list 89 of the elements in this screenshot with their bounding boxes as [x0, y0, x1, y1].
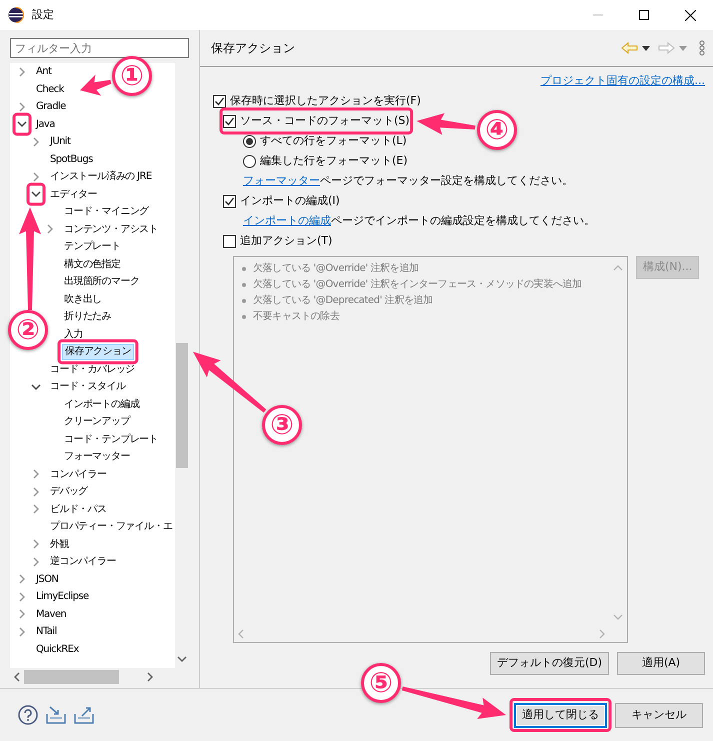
tree-item[interactable]: インストール済みの JRE [48, 168, 154, 186]
close-icon[interactable] [684, 10, 696, 20]
maximize-icon[interactable] [639, 10, 649, 20]
list-item: 欠落している '@Deprecated' 注釈を追加 [253, 294, 433, 308]
radio-button[interactable] [243, 134, 256, 148]
scroll-right-icon [599, 629, 605, 639]
page-title: 保存アクション [211, 40, 295, 57]
radio-label[interactable]: すべての行をフォーマット(L) [260, 132, 407, 150]
tree-item[interactable]: コンパイラー [48, 466, 108, 483]
scroll-down-icon [613, 614, 623, 620]
apply-and-close-button[interactable]: 適用して閉じる [514, 702, 607, 728]
annotation-arrow [80, 74, 112, 96]
tree-item[interactable]: デバッグ [48, 483, 90, 500]
tree-item[interactable]: Gradle [34, 98, 68, 116]
tree-item[interactable]: 折りたたみ [62, 308, 114, 326]
tree-item[interactable]: フォーマッター [62, 448, 132, 466]
tree-item[interactable]: 入力 [62, 326, 85, 343]
tree-item[interactable]: JUnit [48, 133, 72, 150]
tree-item[interactable]: インポートの編成 [62, 396, 142, 413]
scroll-thumb[interactable] [176, 343, 188, 468]
tree-item[interactable]: Ant [34, 63, 54, 80]
tree-item[interactable]: テンプレート [62, 238, 122, 256]
restore-defaults-button[interactable]: デフォルトの復元(D) [490, 652, 609, 675]
step-number: ④ [477, 110, 517, 150]
eclipse-icon [8, 7, 24, 23]
hint-text: インポートの編成ページでインポートの編成設定を構成してください。 [243, 212, 595, 229]
checkbox[interactable] [223, 114, 236, 128]
checkbox-label[interactable]: インポートの編成(I) [240, 192, 340, 210]
window-title: 設定 [32, 6, 54, 23]
checkbox[interactable] [223, 194, 236, 208]
highlight-frame [26, 182, 46, 206]
tree-item[interactable]: プロパティー・ファイル・エ [48, 518, 174, 536]
bullet-icon [242, 283, 246, 287]
tree-item[interactable]: NTail [34, 623, 59, 640]
scroll-left-icon[interactable] [14, 672, 20, 682]
export-icon[interactable] [74, 706, 94, 724]
tree-item[interactable]: ビルド・パス [48, 500, 108, 518]
tree-item[interactable]: エディター [48, 186, 100, 203]
bullet-icon [242, 315, 246, 319]
list-item: 欠落している '@Override' 注釈をインターフェース・メソッドの実装へ追加 [253, 278, 582, 292]
tree-item[interactable]: コード・テンプレート [62, 430, 160, 448]
tree-item[interactable]: Java [34, 116, 57, 133]
radio-label[interactable]: 編集した行をフォーマット(E) [260, 152, 408, 170]
checkbox-label[interactable]: 保存時に選択したアクションを実行(F) [230, 92, 421, 110]
tree-item[interactable]: JSON [34, 570, 60, 588]
bullet-icon [242, 299, 246, 303]
tree-item[interactable]: 外観 [48, 536, 71, 553]
filter-field[interactable]: フィルター入力 [10, 38, 189, 58]
tree-item[interactable]: コード・マイニング [62, 203, 151, 220]
annotation-arrow [416, 113, 476, 135]
radio-button[interactable] [243, 154, 256, 168]
apply-button[interactable]: 適用(A) [617, 652, 705, 675]
list-item: 不要キャストの除去 [253, 310, 340, 324]
dropdown-icon[interactable] [642, 46, 650, 50]
checkbox[interactable] [223, 234, 236, 248]
tree-item[interactable]: 構文の色指定 [62, 256, 122, 273]
tree-item[interactable]: コンテンツ・アシスト [62, 220, 160, 238]
tree-item[interactable]: SpotBugs [48, 150, 95, 168]
checkbox-label[interactable]: ソース・コードのフォーマット(S) [240, 112, 410, 130]
hint-text: フォーマッターページでフォーマッター設定を構成してください。 [243, 172, 573, 189]
tree-item[interactable]: クリーンアップ [62, 413, 132, 430]
forward-arrow-icon[interactable] [658, 42, 675, 54]
cancel-button[interactable]: キャンセル [615, 702, 703, 728]
import-icon[interactable] [46, 706, 66, 724]
tree-item[interactable]: 出現箇所のマーク [62, 273, 142, 290]
tree-item[interactable]: LimyEclipse [34, 588, 90, 606]
tree-item[interactable]: 逆コンパイラー [48, 553, 118, 570]
step-number: ⑤ [361, 663, 401, 703]
tree-item[interactable]: 保存アクション [62, 344, 134, 360]
checkbox[interactable] [213, 94, 226, 108]
scroll-right-icon[interactable] [147, 672, 153, 682]
tree-item[interactable]: Maven [34, 606, 68, 623]
tree-item[interactable]: QuickREx [34, 640, 81, 658]
help-icon[interactable] [18, 705, 38, 725]
list-item: 欠落している '@Override' 注釈を追加 [253, 262, 419, 276]
tree-item[interactable]: 吹き出し [62, 290, 104, 308]
page-link[interactable]: フォーマッター [243, 174, 320, 187]
scroll-down-icon[interactable] [177, 656, 187, 662]
bullet-icon [242, 267, 246, 271]
project-settings-link[interactable]: プロジェクト固有の設定の構成... [540, 73, 705, 91]
tree-item[interactable]: Check [34, 80, 66, 98]
highlight-frame [12, 112, 32, 136]
checkbox-label[interactable]: 追加アクション(T) [240, 232, 332, 250]
scroll-up-icon [613, 265, 623, 271]
tree-item[interactable]: コード・スタイル [48, 378, 128, 396]
page-link[interactable]: インポートの編成 [243, 214, 331, 227]
scroll-left-icon [238, 629, 244, 639]
tree-item[interactable]: コード・カバレッジ [48, 360, 137, 378]
menu-icon[interactable] [699, 40, 705, 56]
